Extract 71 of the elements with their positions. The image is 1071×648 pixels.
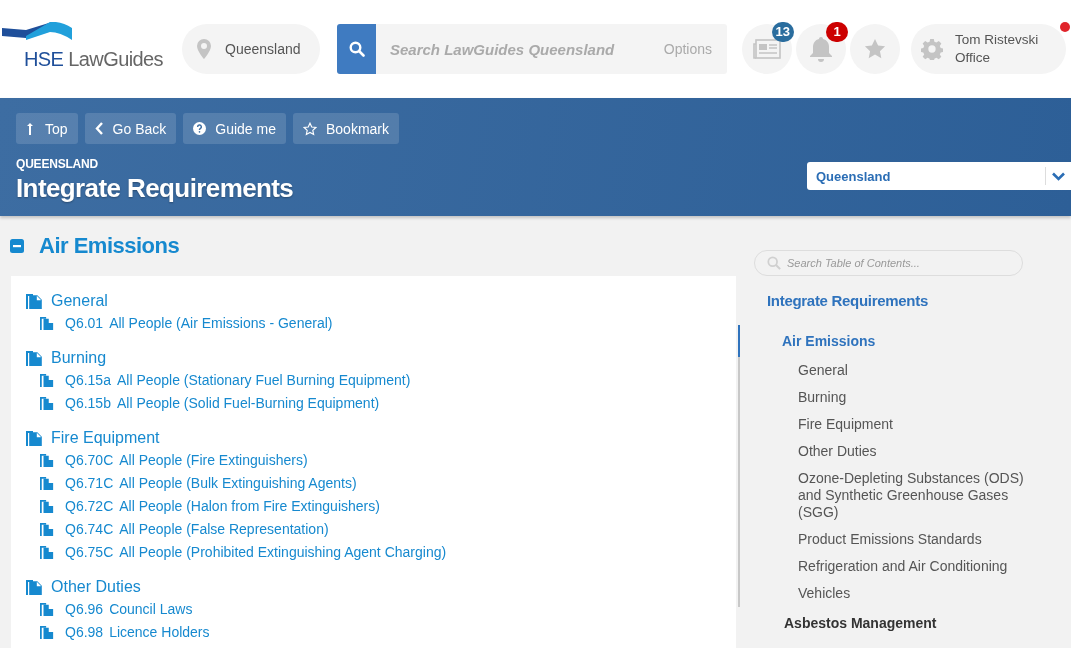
documents-icon <box>26 430 42 446</box>
requirement-link[interactable]: Q6.71C All People (Bulk Extinguishing Agents) <box>40 471 736 494</box>
map-pin-icon <box>197 39 211 59</box>
news-button[interactable]: 13 <box>742 24 792 74</box>
requirement-link[interactable]: Q6.74C All People (False Representation) <box>40 517 736 540</box>
help-button[interactable]: Guide me <box>183 113 286 144</box>
documents-icon <box>40 498 54 513</box>
toc-subitem[interactable]: Vehicles <box>784 580 1028 607</box>
group-link[interactable]: Burning <box>26 348 736 368</box>
documents-icon <box>26 293 42 309</box>
count-badge: 1 <box>826 22 848 42</box>
search-icon <box>348 41 365 57</box>
documents-icon <box>40 395 54 410</box>
documents-icon <box>40 624 54 639</box>
chevron-left-icon <box>94 122 104 135</box>
requirement-link[interactable]: Q6.15a All People (Stationary Fuel Burning Equipment) <box>40 368 736 391</box>
toc-subitem[interactable]: Fire Equipment <box>784 411 1028 438</box>
requirement-link[interactable]: Q6.98 Licence Holders <box>40 620 736 643</box>
toc-title-link[interactable]: Integrate Requirements <box>767 292 1071 309</box>
chevron-down-icon <box>1052 171 1065 181</box>
minus-square-icon <box>10 239 24 253</box>
toc-subitem[interactable]: Ozone-Depleting Substances (ODS) and Synthetic Greenhouse Gases (SGG) <box>784 465 1028 526</box>
section-title: Air Emissions <box>39 233 180 259</box>
toc-subitem[interactable]: Product Emissions Standards <box>784 526 1028 553</box>
region-dropdown[interactable]: Queensland <box>807 162 1071 190</box>
requirement-link[interactable]: Q6.15b All People (Solid Fuel-Burning Equipment) <box>40 391 736 414</box>
top-button[interactable]: Top <box>16 113 78 144</box>
help-icon <box>193 122 207 135</box>
documents-icon <box>40 521 54 536</box>
documents-icon <box>26 579 42 595</box>
bookmark-button[interactable]: Bookmark <box>293 113 399 144</box>
toc-subitem[interactable]: Other Duties <box>784 438 1028 465</box>
toc-subitem[interactable]: Burning <box>784 384 1028 411</box>
count-badge: 13 <box>771 22 794 42</box>
documents-icon <box>40 544 54 559</box>
group-link[interactable]: General <box>26 291 736 311</box>
star-icon <box>864 38 886 60</box>
group-link[interactable]: Other Duties <box>26 577 736 597</box>
documents-icon <box>40 475 54 490</box>
collapse-toggle[interactable] <box>10 239 24 253</box>
requirement-link[interactable]: Q6.96 Council Laws <box>40 597 736 620</box>
bell-icon <box>809 36 833 62</box>
requirement-link[interactable]: Q6.72C All People (Halon from Fire Extinguishers) <box>40 494 736 517</box>
documents-icon <box>40 452 54 467</box>
page-title: Integrate Requirements <box>16 173 294 204</box>
requirement-link[interactable]: Q6.75C All People (Prohibited Extinguishing Agent Charging) <box>40 540 736 563</box>
options-button[interactable]: Options <box>653 24 727 74</box>
group-link[interactable]: Fire Equipment <box>26 428 736 448</box>
search-button[interactable] <box>337 24 376 74</box>
search-field[interactable]: Search LawGuides Queensland <box>376 24 654 74</box>
newspaper-icon <box>753 39 781 59</box>
toc-subitem[interactable]: Refrigeration and Air Conditioning <box>784 553 1028 580</box>
documents-icon <box>40 315 54 330</box>
arrow-up-icon <box>26 122 36 135</box>
documents-icon <box>40 372 54 387</box>
location-button[interactable]: Queensland <box>182 24 320 74</box>
breadcrumb: QUEENSLAND <box>16 157 99 171</box>
toc-item[interactable]: Asbestos Management <box>740 607 1071 639</box>
toc-search-input[interactable]: Search Table of Contents... <box>785 256 1022 270</box>
documents-icon <box>40 601 54 616</box>
search-icon <box>767 256 781 270</box>
requirement-link[interactable]: Q6.70C All People (Fire Extinguishers) <box>40 448 736 471</box>
documents-icon <box>26 350 42 366</box>
requirement-link[interactable]: Q6.01 All People (Air Emissions - General) <box>40 311 736 334</box>
star-outline-icon <box>303 121 317 136</box>
logo-text[interactable]: HSE LawGuides <box>24 46 163 72</box>
toc-subitem[interactable]: General <box>784 357 1028 384</box>
gear-icon <box>921 38 943 60</box>
back-button[interactable]: Go Back <box>84 113 177 144</box>
toc-item[interactable]: Air Emissions <box>738 325 1071 357</box>
notifications-button[interactable]: 1 <box>796 24 846 74</box>
